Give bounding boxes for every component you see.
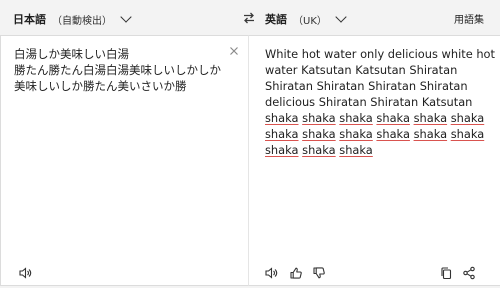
- source-language-name: 日本語: [13, 13, 46, 26]
- source-text-line: 白湯しか美味しい白湯: [14, 47, 129, 61]
- speaker-icon[interactable]: [264, 266, 278, 280]
- flagged-word: shaka: [302, 143, 336, 157]
- flagged-word: shaka: [339, 127, 373, 141]
- flagged-word: shaka: [413, 127, 448, 141]
- detected-language-label: （自動検出）: [52, 15, 112, 27]
- flagged-word: shaka: [302, 111, 336, 125]
- translated-text: White hot water only delicious white hot…: [265, 46, 497, 158]
- flagged-word: shaka: [302, 127, 336, 141]
- flagged-word: shaka: [339, 111, 373, 125]
- source-language-selector[interactable]: 日本語 （自動検出）: [13, 11, 132, 27]
- flagged-word: shaka: [450, 111, 485, 125]
- flagged-word: shaka: [265, 127, 299, 141]
- target-language-name: 英語: [265, 13, 287, 26]
- flagged-word: shaka: [450, 127, 485, 141]
- target-region-label: （UK）: [293, 15, 327, 27]
- target-language-selector[interactable]: 英語 （UK）: [265, 11, 347, 27]
- flagged-word: shaka: [413, 111, 448, 125]
- share-icon[interactable]: [462, 266, 476, 280]
- source-text-input[interactable]: 白湯しか美味しい白湯勝たん勝たん白湯白湯美味しいしかしか 美味しいしか勝たん美いさ…: [14, 46, 224, 94]
- translated-text-plain: White hot water only delicious white hot…: [265, 47, 495, 109]
- flagged-word: shaka: [265, 111, 299, 125]
- swap-arrows-icon[interactable]: [242, 11, 256, 25]
- chevron-down-icon: [335, 11, 347, 23]
- thumbs-down-icon[interactable]: [312, 266, 326, 280]
- flagged-word: shaka: [376, 127, 410, 141]
- chevron-down-icon: [120, 11, 132, 23]
- source-text-line: 勝たん勝たん白湯白湯美味しいしかしか: [14, 63, 221, 77]
- translated-text-flagged: shaka shaka shaka shaka shaka shaka shak…: [265, 111, 484, 157]
- source-text-line: 美味しいしか勝たん美いさいか勝: [14, 79, 187, 93]
- copy-icon[interactable]: [439, 266, 453, 280]
- target-panel: White hot water only delicious white hot…: [248, 35, 500, 286]
- thumbs-up-icon[interactable]: [289, 266, 303, 280]
- speaker-icon[interactable]: [18, 266, 32, 280]
- language-bar: 日本語 （自動検出） 英語 （UK） 用語集: [0, 0, 500, 36]
- source-panel: 白湯しか美味しい白湯勝たん勝たん白湯白湯美味しいしかしか 美味しいしか勝たん美いさ…: [0, 35, 249, 286]
- close-icon[interactable]: [228, 45, 240, 57]
- flagged-word: shaka: [265, 143, 299, 157]
- flagged-word: shaka: [339, 143, 373, 157]
- flagged-word: shaka: [376, 111, 410, 125]
- glossary-button[interactable]: 用語集: [454, 11, 484, 26]
